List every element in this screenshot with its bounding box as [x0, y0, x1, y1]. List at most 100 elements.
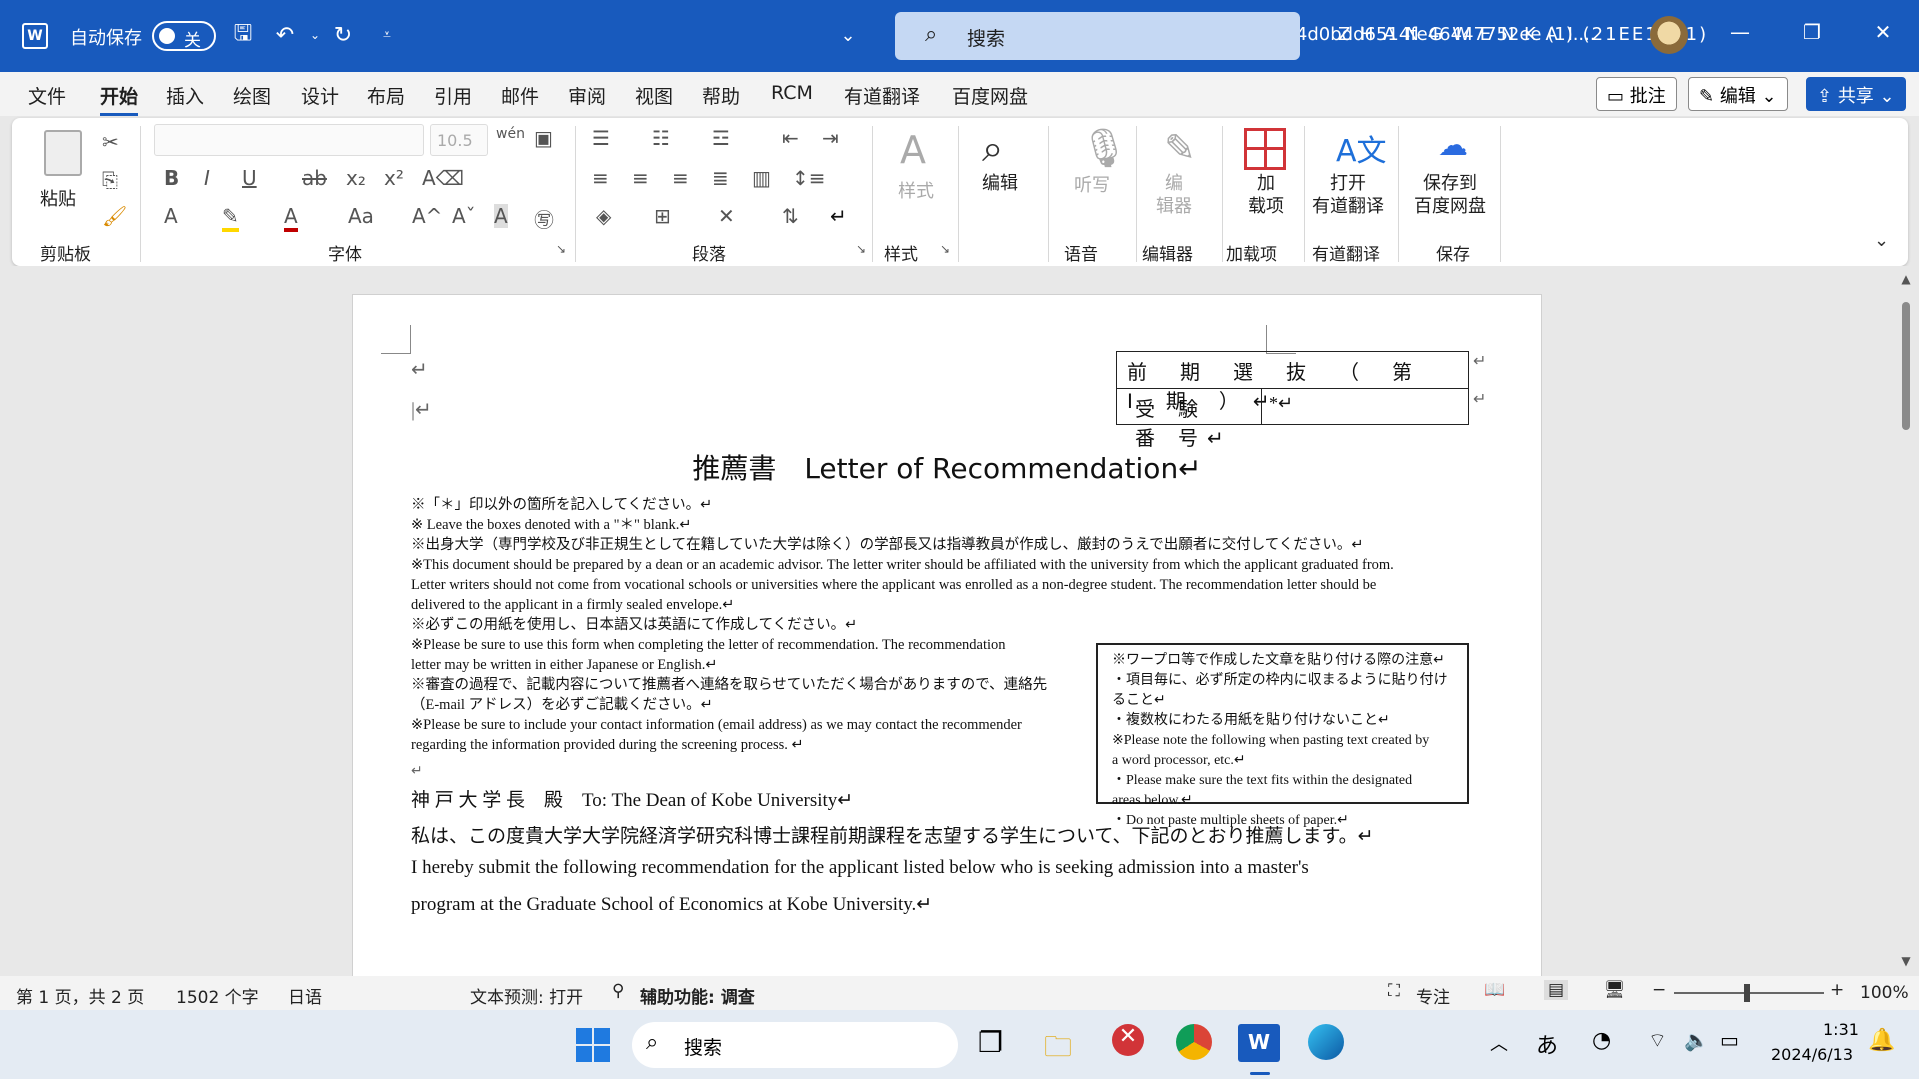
line-spacing-icon[interactable]: ↕≡ — [792, 166, 826, 190]
shrink-font-icon[interactable]: Aˇ — [452, 204, 476, 228]
tab-insert[interactable]: 插入 — [166, 82, 204, 109]
grow-font-icon[interactable]: A^ — [412, 204, 442, 228]
ime-indicator[interactable]: あ — [1536, 1028, 1558, 1060]
format-painter-icon[interactable]: 🖌 — [102, 204, 127, 228]
tab-references[interactable]: 引用 — [434, 82, 472, 109]
align-right-icon[interactable]: ≡ — [672, 166, 689, 190]
enclose-char-icon[interactable]: ㊢ — [534, 204, 554, 233]
cut-icon[interactable]: ✂ — [102, 130, 119, 154]
tab-youdao[interactable]: 有道翻译 — [844, 82, 920, 109]
justify-icon[interactable]: ≣ — [712, 166, 729, 190]
autosave-toggle[interactable]: 关 — [152, 21, 216, 51]
share-button[interactable]: ⇪ 共享 ⌄ — [1806, 77, 1906, 111]
exam-number-value[interactable]: *↵ — [1269, 393, 1293, 414]
document-page[interactable]: ↵ |↵ ↵ ↵ 前 期 選 抜 （ 第 Ⅰ 期 ）↵ 受 験 番 号↵ *↵ … — [352, 294, 1542, 994]
zoom-thumb[interactable] — [1744, 984, 1750, 1002]
undo-dropdown-icon[interactable]: ⌄ — [300, 20, 330, 50]
vertical-scrollbar[interactable]: ▲ ▼ — [1899, 272, 1913, 970]
dictate-button[interactable]: 🎙 听写 — [1066, 126, 1128, 226]
save-icon[interactable]: 🖫 — [228, 20, 258, 50]
task-view-icon[interactable]: ❐ — [978, 1026, 1003, 1059]
tab-baidu[interactable]: 百度网盘 — [952, 82, 1028, 109]
multilevel-list-icon[interactable]: ☲ — [712, 126, 730, 150]
xmind-icon[interactable]: ✕ — [1112, 1024, 1144, 1056]
subscript-icon[interactable]: x₂ — [346, 166, 366, 190]
align-left-icon[interactable]: ≡ — [592, 166, 609, 190]
chevron-up-icon[interactable]: ︿ — [1490, 1030, 1508, 1056]
copy-icon[interactable]: ⎘ — [102, 168, 118, 192]
show-marks-icon[interactable]: ↵ — [830, 204, 847, 228]
distributed-icon[interactable]: ▥ — [752, 166, 771, 190]
document-canvas[interactable]: ↵ |↵ ↵ ↵ 前 期 選 抜 （ 第 Ⅰ 期 ）↵ 受 験 番 号↵ *↵ … — [0, 266, 1919, 994]
dialog-launcher-icon[interactable]: ↘ — [856, 242, 866, 256]
print-layout-icon[interactable]: ▤ — [1544, 980, 1569, 1000]
paste-button[interactable]: 粘贴 — [40, 128, 90, 238]
numbering-icon[interactable]: ☷ — [652, 126, 670, 150]
avatar[interactable] — [1650, 16, 1688, 54]
collapse-ribbon-icon[interactable]: ⌄ — [1874, 230, 1889, 251]
tab-mailings[interactable]: 邮件 — [501, 82, 539, 109]
dialog-launcher-icon[interactable]: ↘ — [556, 242, 566, 256]
char-border-icon[interactable]: ▣ — [534, 126, 553, 150]
styles-button[interactable]: A 样式 — [890, 128, 950, 228]
clear-format-icon[interactable]: A⌫ — [422, 166, 464, 190]
editor-button[interactable]: ✎ 编 辑器 — [1146, 126, 1216, 226]
asian-layout-icon[interactable]: ✕ — [718, 204, 735, 228]
tab-draw[interactable]: 绘图 — [233, 82, 271, 109]
restore-icon[interactable]: ❐ — [1797, 20, 1827, 50]
read-mode-icon[interactable]: 📖 — [1484, 980, 1505, 1000]
baidu-button[interactable]: ☁ 保存到 百度网盘 — [1408, 126, 1504, 226]
comments-button[interactable]: ▭ 批注 — [1596, 77, 1677, 111]
file-explorer-icon[interactable]: 🗀 — [1044, 1026, 1072, 1074]
dialog-launcher-icon[interactable]: ↘ — [940, 242, 950, 256]
search-box[interactable]: ⌕ 搜索 — [895, 12, 1300, 60]
tab-review[interactable]: 审阅 — [568, 82, 606, 109]
battery-icon[interactable]: ▭ — [1720, 1028, 1739, 1052]
scroll-up-icon[interactable]: ▲ — [1899, 272, 1913, 286]
bell-icon[interactable]: 🔔 — [1868, 1028, 1895, 1053]
volume-icon[interactable]: 🔈 — [1684, 1028, 1709, 1052]
minimize-icon[interactable]: — — [1725, 20, 1755, 50]
increase-indent-icon[interactable]: ⇥ — [822, 126, 839, 150]
tab-rcm[interactable]: RCM — [771, 82, 813, 104]
char-shading-icon[interactable]: A — [494, 204, 508, 228]
italic-icon[interactable]: I — [204, 166, 210, 190]
align-center-icon[interactable]: ≡ — [632, 166, 649, 190]
tab-design[interactable]: 设计 — [301, 82, 339, 109]
scroll-down-icon[interactable]: ▼ — [1899, 954, 1913, 968]
chrome-icon[interactable] — [1176, 1024, 1212, 1060]
focus-mode[interactable]: 专注 — [1416, 983, 1450, 1008]
tab-file[interactable]: 文件 — [28, 82, 66, 109]
redo-icon[interactable]: ↻ — [328, 20, 358, 50]
decrease-indent-icon[interactable]: ⇤ — [782, 126, 799, 150]
language[interactable]: 日语 — [288, 983, 322, 1008]
edge-icon[interactable] — [1308, 1024, 1344, 1060]
bold-icon[interactable]: B — [164, 166, 179, 190]
superscript-icon[interactable]: x² — [384, 166, 404, 190]
text-prediction[interactable]: 文本预测: 打开 — [470, 983, 583, 1008]
close-icon[interactable]: ✕ — [1868, 20, 1898, 50]
addins-button[interactable]: 加 载项 — [1230, 126, 1300, 226]
bullets-icon[interactable]: ☰ — [592, 126, 610, 150]
zoom-level[interactable]: 100% — [1860, 983, 1909, 1003]
font-color-icon[interactable]: A — [284, 204, 298, 232]
tab-layout[interactable]: 布局 — [367, 82, 405, 109]
font-name-combo[interactable] — [154, 124, 424, 156]
scroll-thumb[interactable] — [1902, 302, 1910, 430]
underline-icon[interactable]: U — [242, 166, 257, 190]
tab-home[interactable]: 开始 — [100, 82, 139, 116]
tab-help[interactable]: 帮助 — [702, 82, 740, 109]
accessibility-status[interactable]: 辅助功能: 调查 — [640, 983, 755, 1008]
borders-icon[interactable]: ⊞ — [654, 204, 671, 228]
chevron-down-icon[interactable]: ⌄ — [833, 20, 863, 50]
clock-time[interactable]: 1:31 — [1823, 1020, 1859, 1039]
highlight-icon[interactable]: ✎ — [222, 204, 239, 232]
page-count[interactable]: 第 1 页，共 2 页 — [16, 983, 144, 1008]
taskbar-search[interactable]: ⌕ 搜索 — [632, 1022, 958, 1068]
text-effects-icon[interactable]: A — [164, 204, 178, 228]
customize-qat-icon[interactable]: ⩡ — [372, 20, 402, 50]
web-layout-icon[interactable]: 🖥 — [1604, 980, 1626, 1000]
zoom-in-icon[interactable]: + — [1830, 980, 1844, 1000]
wifi-icon[interactable]: ⌔ — [1648, 1028, 1667, 1053]
editing-button[interactable]: ⌕ 编辑 — [974, 126, 1034, 226]
